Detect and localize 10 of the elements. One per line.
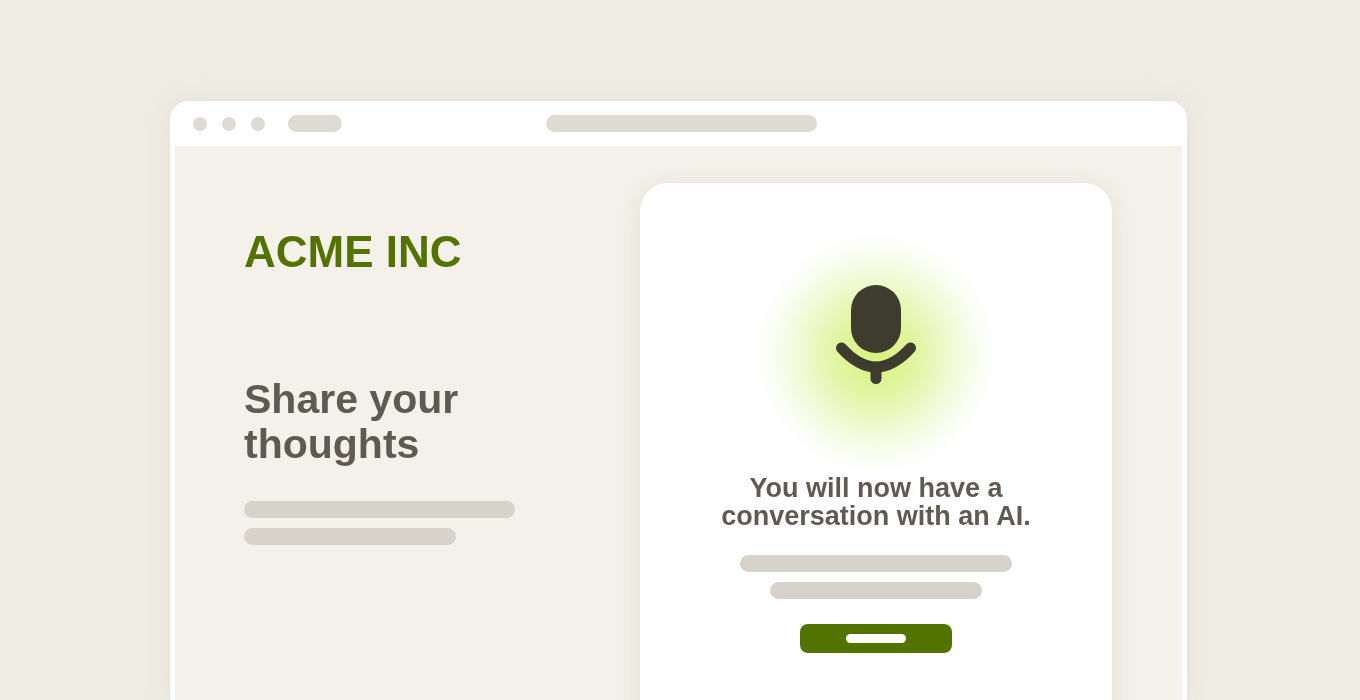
window-dot-icon [222, 116, 236, 131]
microphone-icon [836, 285, 916, 385]
window-dot-icon [193, 116, 207, 131]
action-button[interactable] [800, 624, 952, 653]
brand-logo-text: ACME INC [244, 227, 462, 277]
page-heading: Share your thoughts [244, 377, 460, 467]
card-message: You will now have a conversation with an AI. [720, 474, 1032, 530]
tab-placeholder-bar [288, 115, 342, 132]
label-placeholder-icon [846, 634, 906, 643]
window-dot-icon [251, 116, 265, 131]
